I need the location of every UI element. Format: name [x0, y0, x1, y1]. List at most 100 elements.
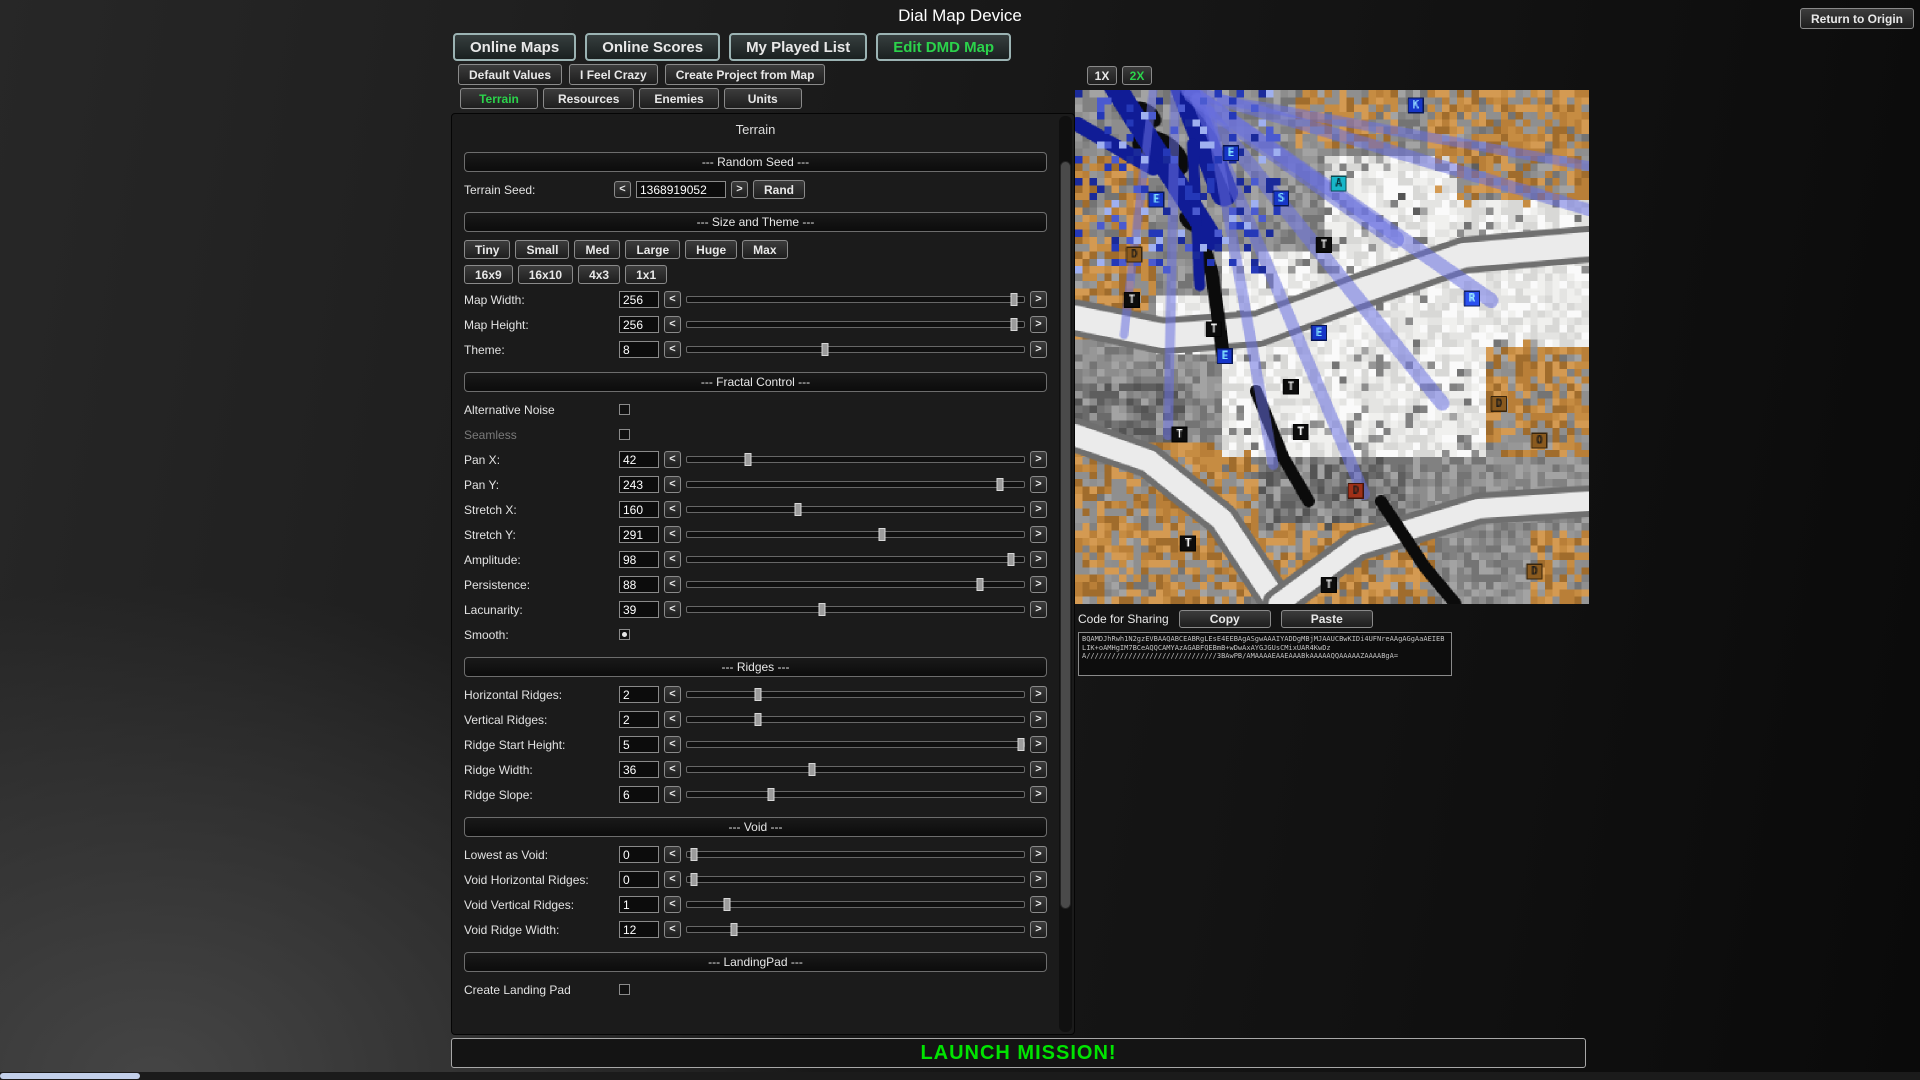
vertical-ridges-slider-thumb[interactable]	[754, 713, 761, 726]
void-ridge-width-slider-thumb[interactable]	[731, 923, 738, 936]
ridge-width-increment-button[interactable]: >	[1030, 761, 1047, 778]
vertical-ridges-slider[interactable]	[686, 716, 1025, 723]
stretch-x-slider-thumb[interactable]	[795, 503, 802, 516]
size-med-button[interactable]: Med	[574, 240, 620, 259]
horizontal-ridges-decrement-button[interactable]: <	[664, 686, 681, 703]
copy-button[interactable]: Copy	[1179, 610, 1271, 628]
void-vertical-ridges-slider-thumb[interactable]	[724, 898, 731, 911]
map-height-input[interactable]	[619, 316, 659, 333]
alternative-noise-checkbox[interactable]	[619, 404, 630, 415]
aspect-16x9-button[interactable]: 16x9	[464, 265, 513, 284]
size-large-button[interactable]: Large	[625, 240, 680, 259]
lowest-as-void-input[interactable]	[619, 846, 659, 863]
ridge-slope-slider-thumb[interactable]	[768, 788, 775, 801]
stretch-x-input[interactable]	[619, 501, 659, 518]
void-horizontal-ridges-slider-thumb[interactable]	[690, 873, 697, 886]
persistence-slider[interactable]	[686, 581, 1025, 588]
theme-input[interactable]	[619, 341, 659, 358]
create-project-from-map-button[interactable]: Create Project from Map	[665, 64, 826, 85]
stretch-y-increment-button[interactable]: >	[1030, 526, 1047, 543]
pan-x-decrement-button[interactable]: <	[664, 451, 681, 468]
persistence-decrement-button[interactable]: <	[664, 576, 681, 593]
amplitude-decrement-button[interactable]: <	[664, 551, 681, 568]
pan-y-slider-thumb[interactable]	[997, 478, 1004, 491]
void-ridge-width-decrement-button[interactable]: <	[664, 921, 681, 938]
subtab-terrain[interactable]: Terrain	[460, 88, 538, 109]
horizontal-scrollbar[interactable]	[0, 1072, 1920, 1080]
pan-x-slider-thumb[interactable]	[744, 453, 751, 466]
launch-mission-button[interactable]: LAUNCH MISSION!	[451, 1038, 1586, 1068]
void-horizontal-ridges-increment-button[interactable]: >	[1030, 871, 1047, 888]
size-max-button[interactable]: Max	[742, 240, 787, 259]
void-ridge-width-input[interactable]	[619, 921, 659, 938]
ridge-slope-decrement-button[interactable]: <	[664, 786, 681, 803]
tab-edit-dmd-map[interactable]: Edit DMD Map	[876, 33, 1011, 61]
pan-x-slider[interactable]	[686, 456, 1025, 463]
theme-decrement-button[interactable]: <	[664, 341, 681, 358]
lacunarity-slider-thumb[interactable]	[818, 603, 825, 616]
map-width-increment-button[interactable]: >	[1030, 291, 1047, 308]
zoom-2x-button[interactable]: 2X	[1122, 66, 1152, 85]
aspect-16x10-button[interactable]: 16x10	[518, 265, 573, 284]
create-landing-pad-checkbox[interactable]	[619, 984, 630, 995]
pan-y-increment-button[interactable]: >	[1030, 476, 1047, 493]
theme-increment-button[interactable]: >	[1030, 341, 1047, 358]
aspect-1x1-button[interactable]: 1x1	[625, 265, 667, 284]
pan-y-decrement-button[interactable]: <	[664, 476, 681, 493]
ridge-width-slider[interactable]	[686, 766, 1025, 773]
void-ridge-width-slider[interactable]	[686, 926, 1025, 933]
void-horizontal-ridges-slider[interactable]	[686, 876, 1025, 883]
stretch-x-increment-button[interactable]: >	[1030, 501, 1047, 518]
stretch-y-decrement-button[interactable]: <	[664, 526, 681, 543]
horizontal-ridges-increment-button[interactable]: >	[1030, 686, 1047, 703]
map-height-slider[interactable]	[686, 321, 1025, 328]
size-tiny-button[interactable]: Tiny	[464, 240, 510, 259]
void-vertical-ridges-slider[interactable]	[686, 901, 1025, 908]
theme-slider-thumb[interactable]	[822, 343, 829, 356]
ridge-width-input[interactable]	[619, 761, 659, 778]
stretch-y-slider-thumb[interactable]	[879, 528, 886, 541]
panel-scrollbar[interactable]	[1059, 116, 1072, 1032]
pan-y-input[interactable]	[619, 476, 659, 493]
aspect-4x3-button[interactable]: 4x3	[578, 265, 620, 284]
vertical-ridges-decrement-button[interactable]: <	[664, 711, 681, 728]
lowest-as-void-decrement-button[interactable]: <	[664, 846, 681, 863]
horizontal-ridges-slider-thumb[interactable]	[754, 688, 761, 701]
pan-x-increment-button[interactable]: >	[1030, 451, 1047, 468]
ridge-slope-input[interactable]	[619, 786, 659, 803]
panel-scrollbar-thumb[interactable]	[1060, 161, 1071, 909]
size-small-button[interactable]: Small	[515, 240, 569, 259]
vertical-ridges-increment-button[interactable]: >	[1030, 711, 1047, 728]
smooth-checkbox[interactable]	[619, 629, 630, 640]
ridge-width-slider-thumb[interactable]	[808, 763, 815, 776]
share-code-textarea[interactable]: BQAMDJhRwh1N2gzEVBAAQABCEABRgLEsE4EEBAgA…	[1078, 632, 1452, 676]
terrain-seed-decrement-button[interactable]: <	[614, 181, 631, 198]
map-height-slider-thumb[interactable]	[1010, 318, 1017, 331]
stretch-x-decrement-button[interactable]: <	[664, 501, 681, 518]
ridge-start-height-decrement-button[interactable]: <	[664, 736, 681, 753]
pan-x-input[interactable]	[619, 451, 659, 468]
persistence-input[interactable]	[619, 576, 659, 593]
amplitude-slider[interactable]	[686, 556, 1025, 563]
random-seed-button[interactable]: Rand	[753, 180, 805, 199]
map-height-decrement-button[interactable]: <	[664, 316, 681, 333]
horizontal-ridges-input[interactable]	[619, 686, 659, 703]
stretch-y-input[interactable]	[619, 526, 659, 543]
map-width-input[interactable]	[619, 291, 659, 308]
lowest-as-void-slider[interactable]	[686, 851, 1025, 858]
map-width-decrement-button[interactable]: <	[664, 291, 681, 308]
tab-online-scores[interactable]: Online Scores	[585, 33, 720, 61]
void-vertical-ridges-input[interactable]	[619, 896, 659, 913]
void-ridge-width-increment-button[interactable]: >	[1030, 921, 1047, 938]
amplitude-increment-button[interactable]: >	[1030, 551, 1047, 568]
stretch-x-slider[interactable]	[686, 506, 1025, 513]
lowest-as-void-slider-thumb[interactable]	[690, 848, 697, 861]
horizontal-scrollbar-thumb[interactable]	[0, 1073, 140, 1079]
amplitude-input[interactable]	[619, 551, 659, 568]
subtab-units[interactable]: Units	[724, 88, 802, 109]
void-vertical-ridges-decrement-button[interactable]: <	[664, 896, 681, 913]
map-height-increment-button[interactable]: >	[1030, 316, 1047, 333]
amplitude-slider-thumb[interactable]	[1007, 553, 1014, 566]
persistence-increment-button[interactable]: >	[1030, 576, 1047, 593]
return-to-origin-button[interactable]: Return to Origin	[1800, 8, 1914, 29]
